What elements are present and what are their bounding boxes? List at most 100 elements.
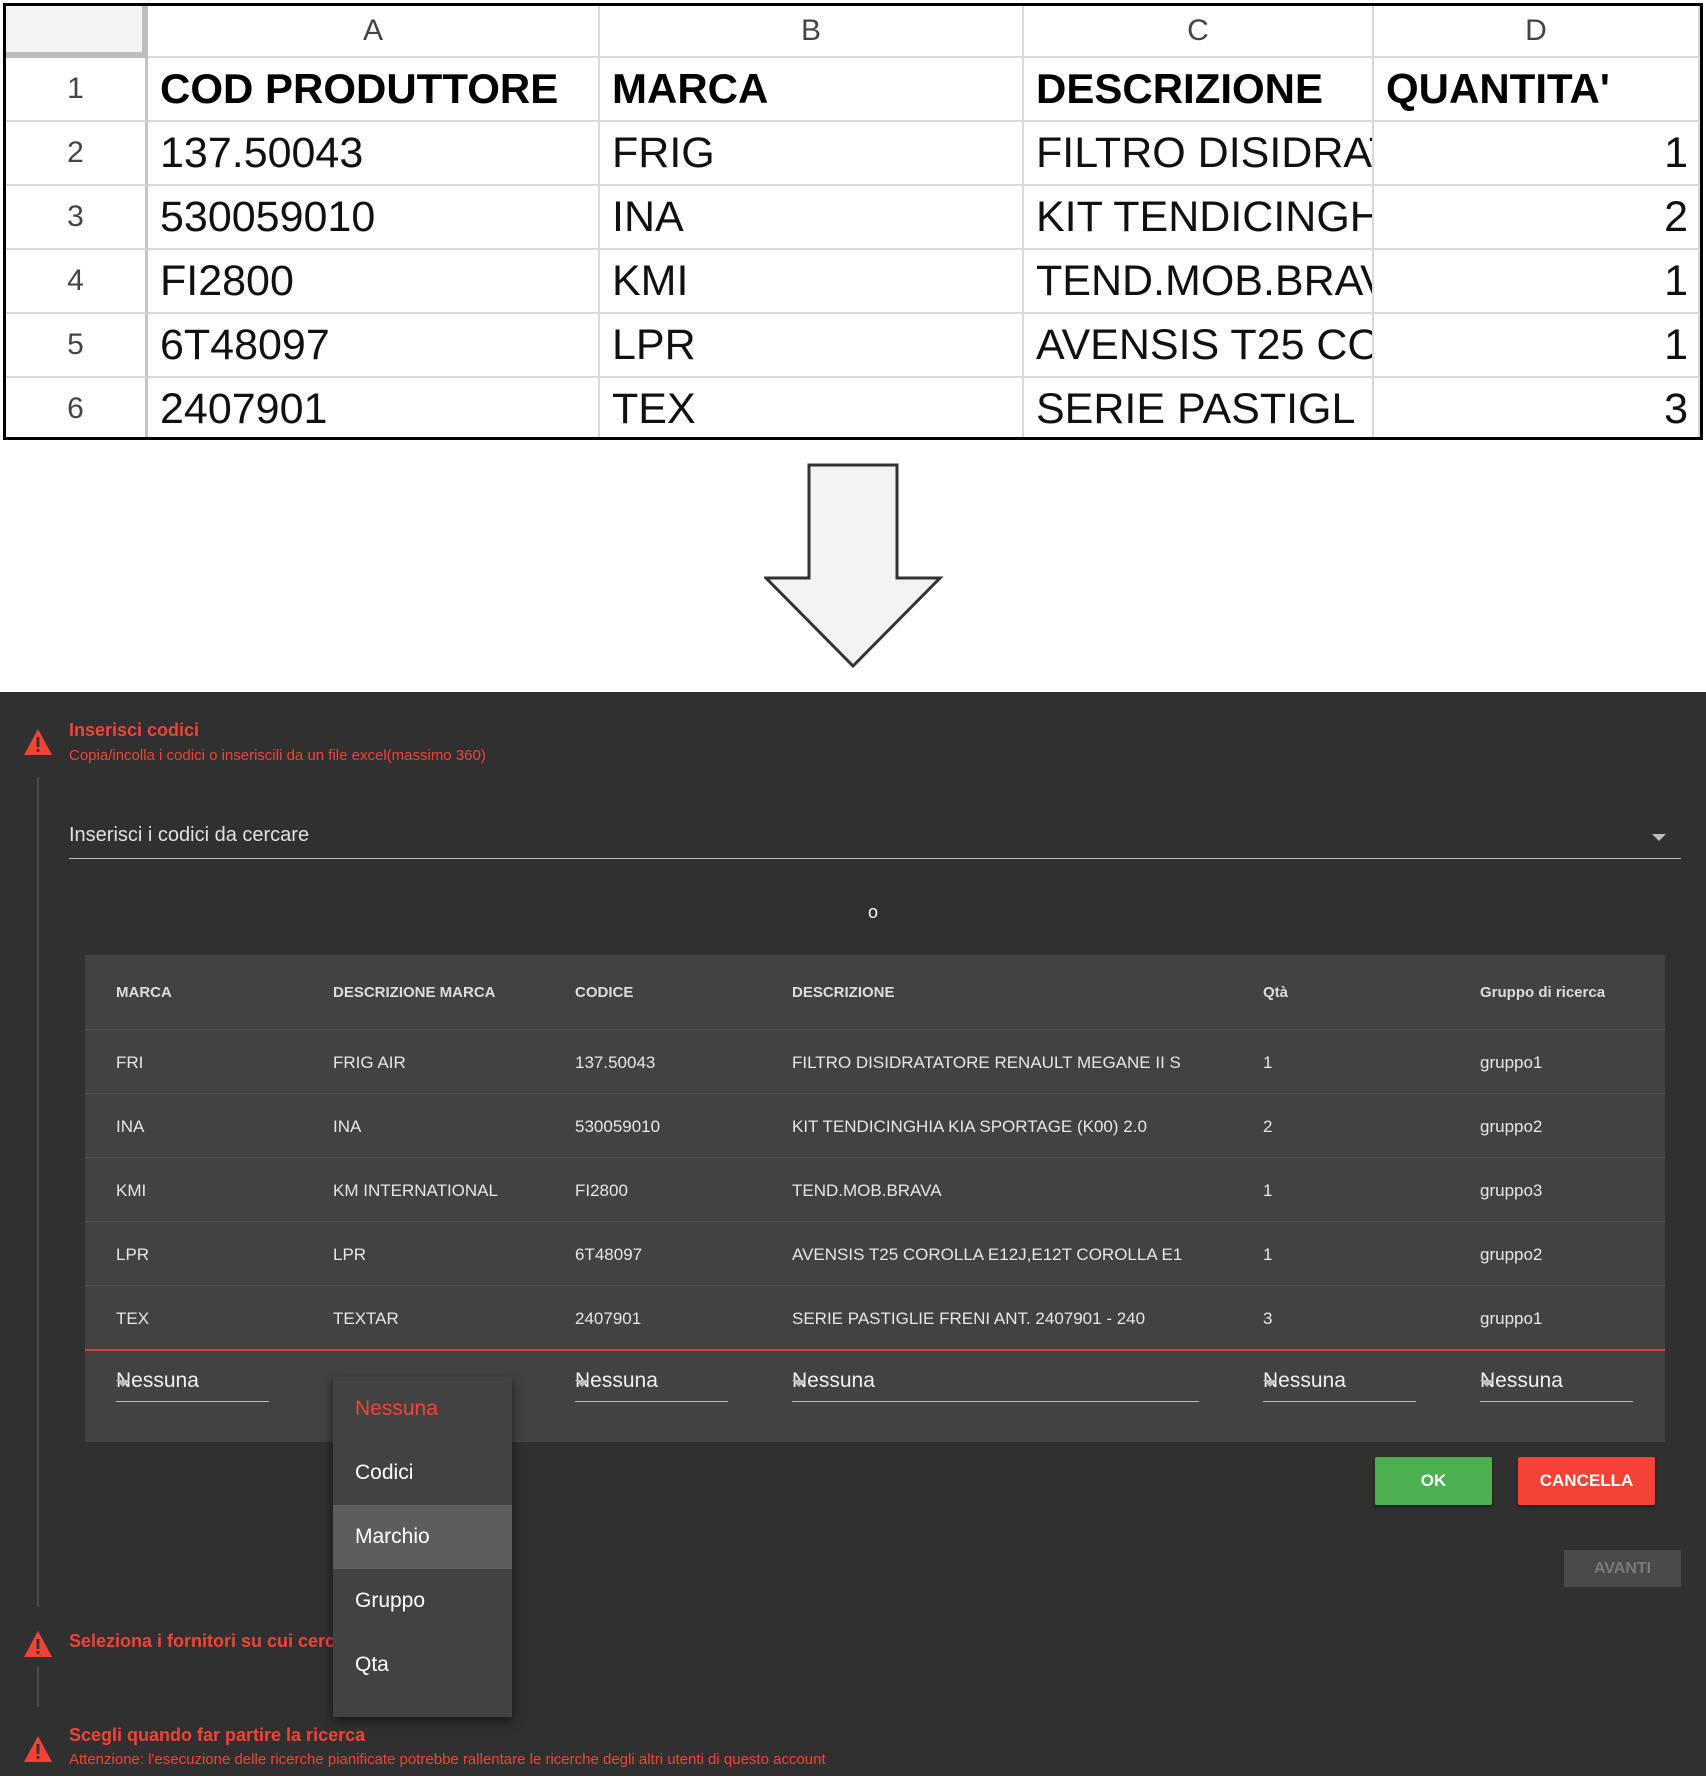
row-header[interactable]: 3 — [6, 186, 148, 250]
step-subtitle-schedule-search: Attenzione: l'esecuzione delle ricerche … — [69, 1751, 826, 1768]
dropdown-caret-icon — [575, 1380, 589, 1387]
dropdown-caret-icon[interactable] — [1652, 834, 1666, 841]
row-divider — [85, 1157, 1665, 1158]
sheet-cell[interactable]: FILTRO DISIDRAT — [1024, 122, 1374, 186]
column-mapping-select-codice[interactable]: Nessuna — [575, 1365, 728, 1402]
table-cell: 1 — [1263, 1245, 1273, 1264]
dropdown-option-marchio[interactable]: Marchio — [333, 1505, 512, 1569]
table-cell: TEND.MOB.BRAVA — [792, 1181, 942, 1200]
sheet-cell[interactable]: LPR — [600, 314, 1024, 378]
sheet-cell[interactable]: DESCRIZIONE — [1024, 58, 1374, 122]
row-header[interactable]: 4 — [6, 250, 148, 314]
column-mapping-select-marca[interactable]: Nessuna — [116, 1365, 269, 1402]
row-divider — [85, 1285, 1665, 1286]
sheet-cell[interactable]: 137.50043 — [148, 122, 600, 186]
table-cell: FRIG AIR — [333, 1053, 406, 1072]
column-mapping-select-qta[interactable]: Nessuna — [1263, 1365, 1416, 1402]
stepper-connector — [37, 1667, 39, 1707]
table-cell: gruppo2 — [1480, 1117, 1543, 1136]
table-cell: 6T48097 — [575, 1245, 643, 1264]
sheet-cell[interactable]: MARCA — [600, 58, 1024, 122]
column-header-descrizione-marca: DESCRIZIONE MARCA — [333, 984, 496, 1001]
row-header[interactable]: 2 — [6, 122, 148, 186]
dropdown-option-qta[interactable]: Qta — [333, 1633, 512, 1697]
table-cell: LPR — [116, 1245, 150, 1264]
sheet-cell[interactable]: 3 — [1374, 378, 1700, 437]
sheet-cell[interactable]: KMI — [600, 250, 1024, 314]
sheet-cell[interactable]: QUANTITA' — [1374, 58, 1700, 122]
column-header-c[interactable]: C — [1024, 6, 1374, 58]
codes-input[interactable]: Inserisci i codici da cercare — [69, 820, 1681, 859]
search-wizard-panel: Inserisci codici Copia/incolla i codici … — [0, 692, 1706, 1776]
sheet-cell[interactable]: 530059010 — [148, 186, 600, 250]
dropdown-caret-icon — [792, 1380, 806, 1387]
column-mapping-select-gruppo[interactable]: Nessuna — [1480, 1365, 1633, 1402]
down-arrow-icon — [764, 463, 944, 669]
sheet-cell[interactable]: 2407901 — [148, 378, 600, 437]
step-title-insert-codes[interactable]: Inserisci codici — [69, 720, 199, 741]
table-cell: TEXTAR — [333, 1309, 399, 1328]
table-cell: 1 — [1263, 1181, 1273, 1200]
column-header-qta: Qtà — [1263, 984, 1289, 1001]
table-cell: gruppo2 — [1480, 1245, 1543, 1264]
column-mapping-select-descrizione[interactable]: Nessuna — [792, 1365, 1199, 1402]
dropdown-caret-icon — [116, 1380, 130, 1387]
warning-icon — [24, 729, 52, 755]
row-header[interactable]: 5 — [6, 314, 148, 378]
table-cell: INA — [116, 1117, 145, 1136]
sheet-cell[interactable]: TEND.MOB.BRAV — [1024, 250, 1374, 314]
column-header-gruppo: Gruppo di ricerca — [1480, 984, 1606, 1001]
table-cell: KIT TENDICINGHIA KIA SPORTAGE (K00) 2.0 — [792, 1117, 1147, 1136]
table-cell: AVENSIS T25 COROLLA E12J,E12T COROLLA E1 — [792, 1245, 1183, 1264]
table-cell: gruppo1 — [1480, 1309, 1543, 1328]
dropdown-option-nessuna[interactable]: Nessuna — [333, 1377, 512, 1441]
next-button[interactable]: AVANTI — [1564, 1550, 1681, 1587]
ok-button[interactable]: OK — [1375, 1457, 1492, 1505]
spreadsheet: A B C D 1 COD PRODUTTORE MARCA DESCRIZIO… — [3, 3, 1703, 440]
warning-icon — [24, 1631, 52, 1657]
table-cell: 2407901 — [575, 1309, 642, 1328]
sheet-cell[interactable]: KIT TENDICINGH — [1024, 186, 1374, 250]
spreadsheet-grid: A B C D 1 COD PRODUTTORE MARCA DESCRIZIO… — [6, 6, 1700, 437]
table-cell: gruppo3 — [1480, 1181, 1543, 1200]
dropdown-caret-icon — [1480, 1380, 1494, 1387]
row-header[interactable]: 1 — [6, 58, 148, 122]
sheet-cell[interactable]: 1 — [1374, 122, 1700, 186]
table-cell: gruppo1 — [1480, 1053, 1543, 1072]
sheet-cell[interactable]: 1 — [1374, 250, 1700, 314]
sheet-cell[interactable]: COD PRODUTTORE — [148, 58, 600, 122]
sheet-cell[interactable]: TEX — [600, 378, 1024, 437]
row-divider — [85, 1221, 1665, 1222]
column-header-marca: MARCA — [116, 984, 172, 1001]
sheet-cell[interactable]: SERIE PASTIGL — [1024, 378, 1374, 437]
table-cell: TEX — [116, 1309, 150, 1328]
column-header-b[interactable]: B — [600, 6, 1024, 58]
step-title-select-suppliers[interactable]: Seleziona i fornitori su cui cerca — [69, 1631, 345, 1652]
row-divider — [85, 1093, 1665, 1094]
column-header-d[interactable]: D — [1374, 6, 1700, 58]
column-header-a[interactable]: A — [148, 6, 600, 58]
sheet-cell[interactable]: 6T48097 — [148, 314, 600, 378]
dropdown-option-codici[interactable]: Codici — [333, 1441, 512, 1505]
select-all-corner[interactable] — [6, 6, 148, 58]
table-cell: KMI — [116, 1181, 147, 1200]
table-cell: SERIE PASTIGLIE FRENI ANT. 2407901 - 240 — [792, 1309, 1146, 1328]
column-mapping-dropdown-menu: Nessuna Codici Marchio Gruppo Qta — [333, 1377, 512, 1717]
sheet-cell[interactable]: INA — [600, 186, 1024, 250]
table-cell: 530059010 — [575, 1117, 661, 1136]
sheet-cell[interactable]: FRIG — [600, 122, 1024, 186]
warning-icon — [24, 1736, 52, 1762]
step-subtitle-insert-codes: Copia/incolla i codici o inseriscili da … — [69, 747, 486, 764]
sheet-cell[interactable]: 2 — [1374, 186, 1700, 250]
sheet-cell[interactable]: AVENSIS T25 CO — [1024, 314, 1374, 378]
cancel-button[interactable]: CANCELLA — [1518, 1457, 1655, 1505]
sheet-cell[interactable]: FI2800 — [148, 250, 600, 314]
row-header[interactable]: 6 — [6, 378, 148, 437]
column-header-descrizione: DESCRIZIONE — [792, 984, 895, 1001]
dropdown-option-gruppo[interactable]: Gruppo — [333, 1569, 512, 1633]
stepper-connector — [37, 777, 39, 1607]
sheet-cell[interactable]: 1 — [1374, 314, 1700, 378]
table-cell: 2 — [1263, 1117, 1273, 1136]
step-title-schedule-search[interactable]: Scegli quando far partire la ricerca — [69, 1725, 365, 1746]
table-cell: FI2800 — [575, 1181, 628, 1200]
